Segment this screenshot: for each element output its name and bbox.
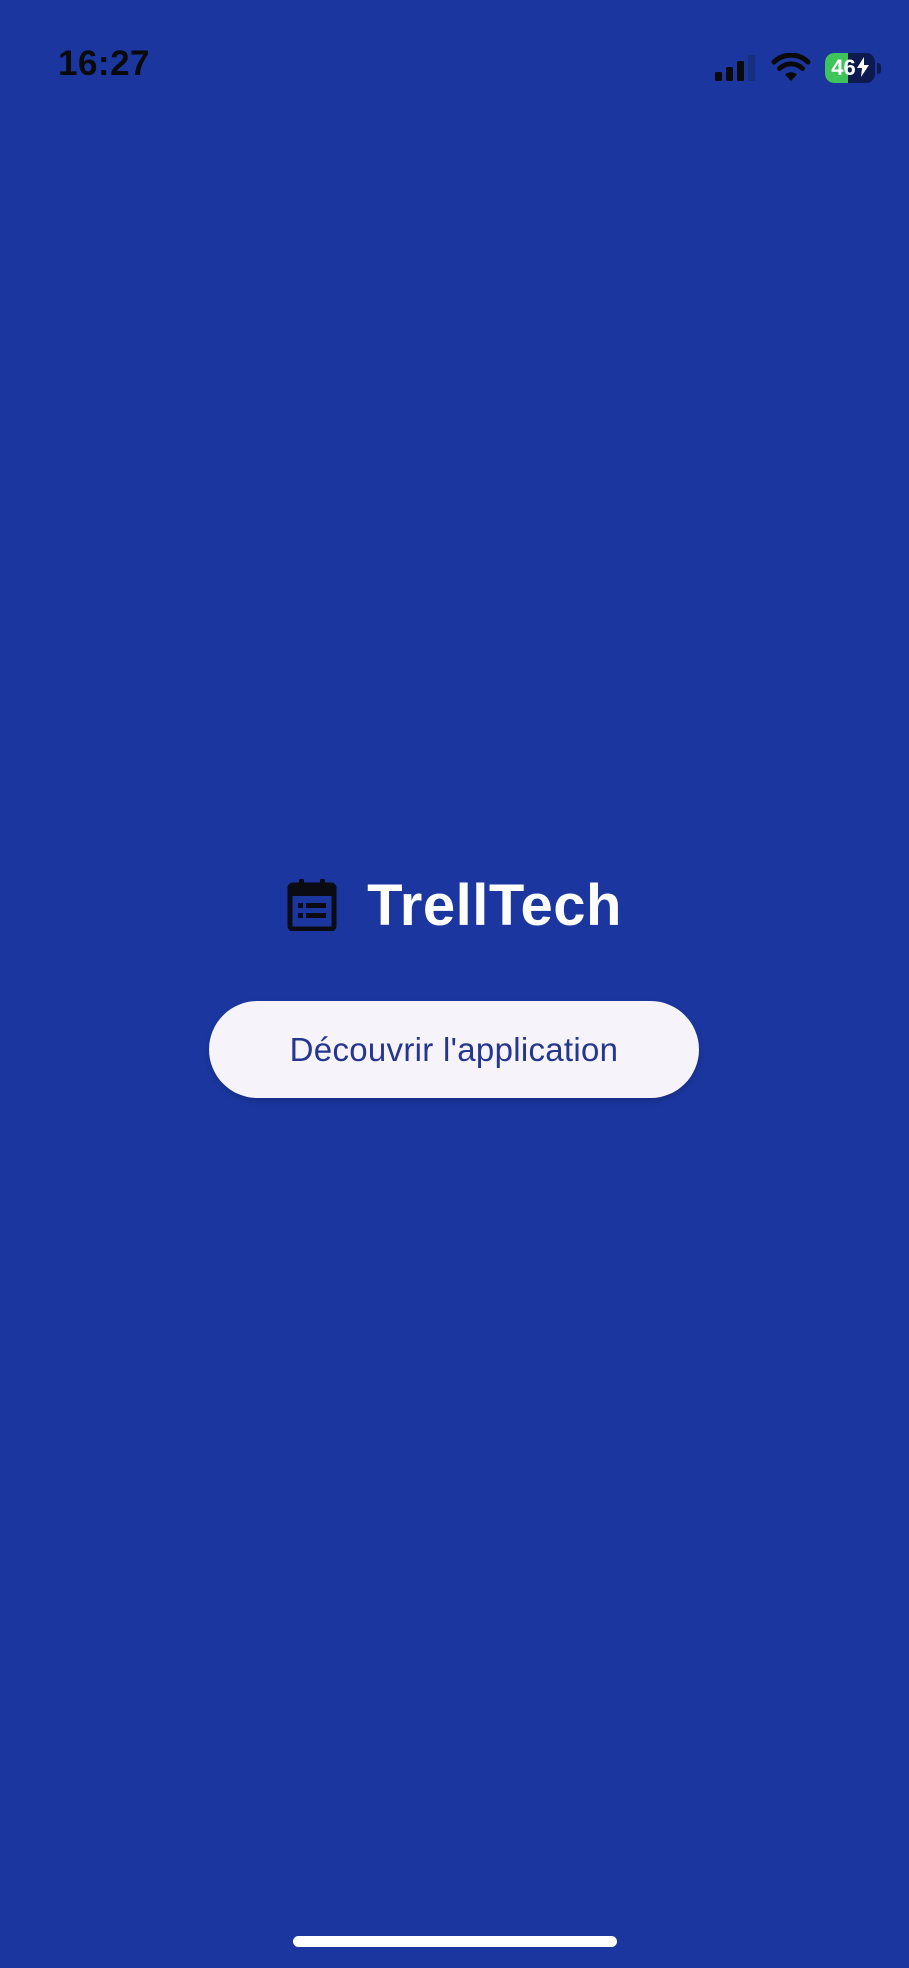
signal-icon — [715, 55, 755, 81]
battery-icon: 46 — [825, 53, 881, 83]
home-indicator[interactable] — [293, 1936, 617, 1947]
discover-app-button[interactable]: Découvrir l'application — [209, 1001, 699, 1098]
battery-level: 46 — [825, 53, 875, 83]
status-bar: 16:27 46 — [0, 0, 909, 130]
charging-bolt-icon — [856, 57, 869, 77]
status-time: 16:27 — [58, 44, 151, 83]
status-indicators: 46 — [715, 48, 881, 88]
discover-app-button-label: Découvrir l'application — [289, 1030, 619, 1068]
wifi-icon — [771, 53, 811, 81]
brand-header: TrellTech — [0, 870, 909, 940]
welcome-screen: 16:27 46 TrellTech Découvrir l'applicati… — [0, 0, 909, 1968]
app-title: TrellTech — [367, 872, 622, 938]
calendar-icon — [287, 879, 337, 931]
battery-body: 46 — [825, 53, 875, 83]
battery-level-text: 46 — [831, 55, 856, 80]
battery-cap — [877, 62, 881, 74]
